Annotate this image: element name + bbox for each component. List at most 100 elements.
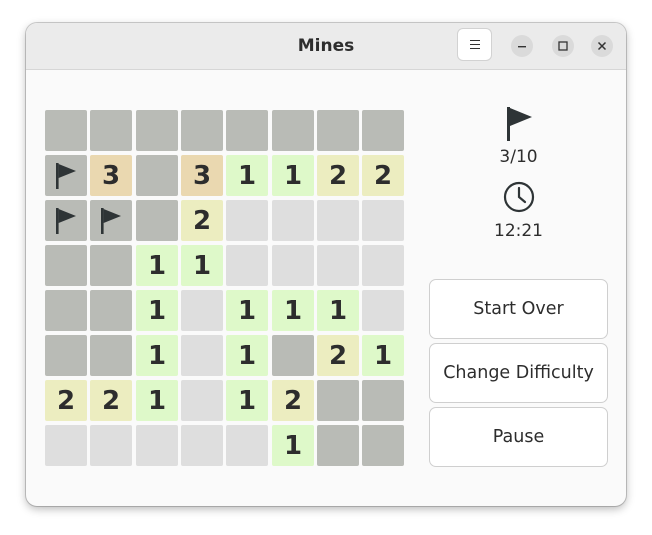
cell-number: 2 [328, 161, 348, 191]
number-cell[interactable]: 1 [317, 290, 359, 331]
unrevealed-cell[interactable] [136, 200, 178, 241]
minimize-button[interactable] [511, 35, 533, 57]
number-cell[interactable]: 1 [136, 245, 178, 286]
revealed-empty-cell[interactable] [272, 245, 314, 286]
cell-number: 2 [328, 341, 348, 371]
minimize-icon [518, 46, 526, 48]
flag-icon [56, 163, 76, 189]
revealed-empty-cell[interactable] [317, 245, 359, 286]
cell-number: 1 [328, 296, 348, 326]
number-cell[interactable]: 2 [317, 155, 359, 196]
flag-icon [56, 208, 76, 234]
pause-button[interactable]: Pause [429, 407, 608, 467]
unrevealed-cell[interactable] [272, 335, 314, 376]
unrevealed-cell[interactable] [136, 155, 178, 196]
unrevealed-cell[interactable] [136, 110, 178, 151]
cell-number: 1 [237, 386, 257, 416]
number-cell[interactable]: 1 [181, 245, 223, 286]
revealed-empty-cell[interactable] [317, 200, 359, 241]
revealed-empty-cell[interactable] [226, 200, 268, 241]
unrevealed-cell[interactable] [362, 380, 404, 421]
cell-number: 1 [373, 341, 393, 371]
unrevealed-cell[interactable] [317, 110, 359, 151]
unrevealed-cell[interactable] [317, 380, 359, 421]
number-cell[interactable]: 1 [272, 290, 314, 331]
revealed-empty-cell[interactable] [181, 425, 223, 466]
number-cell[interactable]: 3 [181, 155, 223, 196]
unrevealed-cell[interactable] [272, 110, 314, 151]
cell-number: 2 [373, 161, 393, 191]
flagged-cell[interactable] [45, 155, 87, 196]
number-cell[interactable]: 1 [136, 335, 178, 376]
flagged-cell[interactable] [45, 200, 87, 241]
revealed-empty-cell[interactable] [362, 245, 404, 286]
flag-icon [507, 107, 532, 141]
unrevealed-cell[interactable] [45, 335, 87, 376]
unrevealed-cell[interactable] [45, 290, 87, 331]
maximize-button[interactable] [552, 35, 574, 57]
cell-number: 1 [237, 161, 257, 191]
cell-number: 2 [192, 206, 212, 236]
number-cell[interactable]: 2 [272, 380, 314, 421]
revealed-empty-cell[interactable] [136, 425, 178, 466]
revealed-empty-cell[interactable] [181, 290, 223, 331]
maximize-icon [558, 41, 568, 51]
unrevealed-cell[interactable] [362, 425, 404, 466]
mines-window: Mines 33112221111111121221121 3/10 12:21… [26, 23, 626, 506]
number-cell[interactable]: 2 [45, 380, 87, 421]
elapsed-timer: 12:21 [494, 221, 543, 241]
unrevealed-cell[interactable] [226, 110, 268, 151]
cell-number: 2 [56, 386, 76, 416]
unrevealed-cell[interactable] [90, 245, 132, 286]
number-cell[interactable]: 1 [136, 380, 178, 421]
unrevealed-cell[interactable] [45, 245, 87, 286]
change-difficulty-button[interactable]: Change Difficulty [429, 343, 608, 403]
revealed-empty-cell[interactable] [181, 380, 223, 421]
number-cell[interactable]: 1 [136, 290, 178, 331]
close-button[interactable] [591, 35, 613, 57]
number-cell[interactable]: 1 [226, 335, 268, 376]
number-cell[interactable]: 2 [181, 200, 223, 241]
cell-number: 1 [147, 296, 167, 326]
number-cell[interactable]: 2 [317, 335, 359, 376]
number-cell[interactable]: 3 [90, 155, 132, 196]
cell-number: 1 [147, 341, 167, 371]
flag-icon [101, 208, 121, 234]
cell-number: 1 [283, 431, 303, 461]
revealed-empty-cell[interactable] [362, 290, 404, 331]
number-cell[interactable]: 1 [272, 155, 314, 196]
minefield-grid: 33112221111111121221121 [45, 110, 405, 466]
revealed-empty-cell[interactable] [226, 245, 268, 286]
window-title: Mines [297, 36, 355, 56]
unrevealed-cell[interactable] [90, 290, 132, 331]
number-cell[interactable]: 1 [272, 425, 314, 466]
unrevealed-cell[interactable] [362, 110, 404, 151]
flagged-cell[interactable] [90, 200, 132, 241]
hamburger-menu-icon [470, 40, 480, 50]
unrevealed-cell[interactable] [90, 335, 132, 376]
number-cell[interactable]: 1 [226, 380, 268, 421]
cell-number: 1 [192, 251, 212, 281]
revealed-empty-cell[interactable] [362, 200, 404, 241]
revealed-empty-cell[interactable] [90, 425, 132, 466]
header-bar: Mines [26, 23, 626, 70]
number-cell[interactable]: 2 [362, 155, 404, 196]
cell-number: 1 [283, 296, 303, 326]
number-cell[interactable]: 2 [90, 380, 132, 421]
unrevealed-cell[interactable] [45, 110, 87, 151]
main-menu-button[interactable] [457, 28, 492, 61]
number-cell[interactable]: 1 [226, 155, 268, 196]
flag-counter: 3/10 [499, 147, 538, 167]
unrevealed-cell[interactable] [90, 110, 132, 151]
revealed-empty-cell[interactable] [272, 200, 314, 241]
cell-number: 1 [283, 161, 303, 191]
revealed-empty-cell[interactable] [45, 425, 87, 466]
cell-number: 1 [147, 386, 167, 416]
revealed-empty-cell[interactable] [181, 335, 223, 376]
revealed-empty-cell[interactable] [226, 425, 268, 466]
number-cell[interactable]: 1 [226, 290, 268, 331]
number-cell[interactable]: 1 [362, 335, 404, 376]
start-over-button[interactable]: Start Over [429, 279, 608, 339]
unrevealed-cell[interactable] [181, 110, 223, 151]
unrevealed-cell[interactable] [317, 425, 359, 466]
